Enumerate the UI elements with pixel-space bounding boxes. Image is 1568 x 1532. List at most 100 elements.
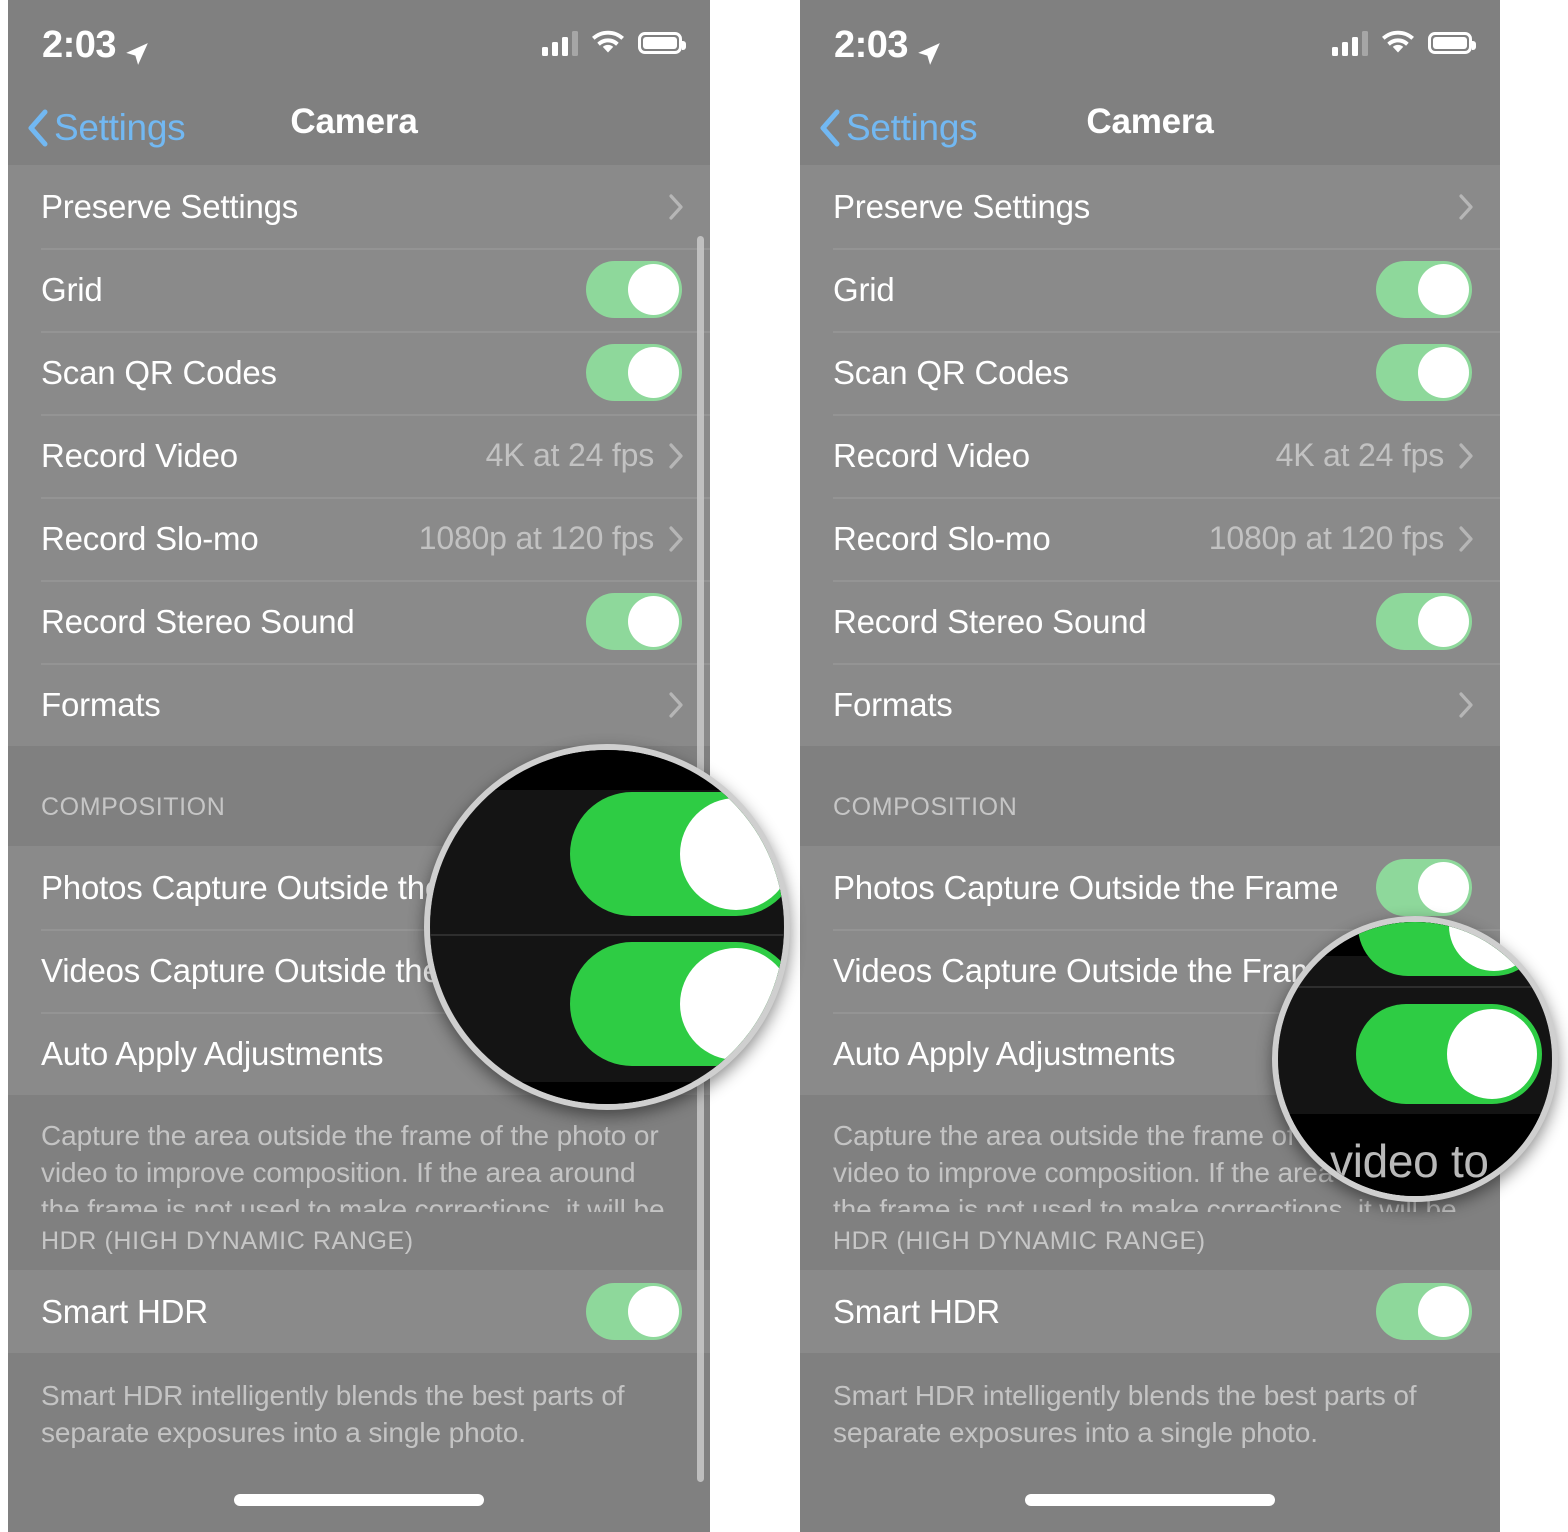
toggle-knob xyxy=(1418,596,1469,647)
battery-full-icon xyxy=(638,32,686,54)
location-arrow-icon xyxy=(916,34,942,65)
toggle-record-stereo-sound[interactable] xyxy=(586,593,682,650)
row-label: Formats xyxy=(833,685,953,723)
toggle-knob xyxy=(1449,922,1539,971)
row-accessory xyxy=(1376,344,1474,401)
row-record-video[interactable]: Record Video 4K at 24 fps xyxy=(8,414,710,497)
loupe-content xyxy=(430,750,784,1104)
cellular-signal-icon xyxy=(1332,30,1368,56)
status-bar: 2:03 xyxy=(8,0,710,92)
row-scan-qr-codes[interactable]: Scan QR Codes xyxy=(800,331,1500,414)
row-label: Scan QR Codes xyxy=(833,353,1069,391)
row-label: Photos Capture Outside the Frame xyxy=(833,868,1339,906)
magnified-toggle-videos-capture-outside-the-frame[interactable] xyxy=(1358,922,1544,976)
toggle-grid[interactable] xyxy=(1376,261,1472,318)
chevron-right-icon xyxy=(668,691,684,719)
row-accessory: 4K at 24 fps xyxy=(486,437,684,474)
row-record-stereo-sound[interactable]: Record Stereo Sound xyxy=(8,580,710,663)
toggle-knob xyxy=(1418,862,1469,913)
row-formats[interactable]: Formats xyxy=(8,663,710,746)
toggle-record-stereo-sound[interactable] xyxy=(1376,593,1472,650)
toggle-smart-hdr[interactable] xyxy=(586,1283,682,1340)
row-grid[interactable]: Grid xyxy=(8,248,710,331)
navigation-bar: Settings Camera xyxy=(8,92,710,165)
toggle-scan-qr-codes[interactable] xyxy=(1376,344,1472,401)
toggle-smart-hdr[interactable] xyxy=(1376,1283,1472,1340)
row-label: Preserve Settings xyxy=(41,187,299,225)
status-bar-indicators xyxy=(542,30,686,56)
status-bar-time: 2:03 xyxy=(42,24,117,66)
chevron-right-icon xyxy=(1458,691,1474,719)
magnified-toggle-photos-capture-outside-the-frame[interactable] xyxy=(570,792,784,916)
magnified-toggle-auto-apply-adjustments[interactable] xyxy=(1356,1004,1542,1104)
row-label: Record Stereo Sound xyxy=(41,602,355,640)
row-label: Smart HDR xyxy=(41,1292,208,1330)
row-record-stereo-sound[interactable]: Record Stereo Sound xyxy=(800,580,1500,663)
section-header-hdr: HDR (HIGH DYNAMIC RANGE) xyxy=(800,1212,1500,1268)
status-bar-time-group: 2:03 xyxy=(834,24,942,67)
toggle-knob xyxy=(1418,347,1469,398)
settings-list-primary: Preserve Settings Grid Scan QR Codes Rec… xyxy=(8,165,710,746)
row-label: Preserve Settings xyxy=(833,187,1091,225)
section-header-hdr: HDR (HIGH DYNAMIC RANGE) xyxy=(8,1212,710,1268)
row-accessory xyxy=(1458,193,1474,221)
toggle-grid[interactable] xyxy=(586,261,682,318)
row-label: Record Slo-mo xyxy=(833,519,1051,557)
row-smart-hdr[interactable]: Smart HDR xyxy=(8,1270,710,1353)
home-indicator[interactable] xyxy=(234,1494,484,1506)
settings-list-hdr: Smart HDR xyxy=(800,1270,1500,1353)
row-label: Record Video xyxy=(833,436,1030,474)
row-accessory xyxy=(1376,859,1474,916)
row-label: Videos Capture Outside the Frame xyxy=(833,951,1336,989)
row-smart-hdr[interactable]: Smart HDR xyxy=(800,1270,1500,1353)
wifi-icon xyxy=(1381,30,1415,56)
toggle-photos-capture-outside-the-frame[interactable] xyxy=(1376,859,1472,916)
row-label: Smart HDR xyxy=(833,1292,1000,1330)
row-accessory xyxy=(586,344,684,401)
footnote-hdr: Smart HDR intelligently blends the best … xyxy=(8,1356,710,1462)
row-scan-qr-codes[interactable]: Scan QR Codes xyxy=(8,331,710,414)
row-label: Record Slo-mo xyxy=(41,519,259,557)
row-preserve-settings[interactable]: Preserve Settings xyxy=(800,165,1500,248)
magnifier-loupe-right: video to xyxy=(1272,916,1558,1202)
navigation-bar: Settings Camera xyxy=(800,92,1500,165)
cellular-signal-icon xyxy=(542,30,578,56)
toggle-scan-qr-codes[interactable] xyxy=(586,344,682,401)
magnified-toggle-videos-capture-outside-the-frame[interactable] xyxy=(570,942,784,1066)
section-header-composition: COMPOSITION xyxy=(800,778,1500,834)
footnote-hdr: Smart HDR intelligently blends the best … xyxy=(800,1356,1500,1462)
phone-screenshot-right: 2:03 Settings Camera Preserve Settings G… xyxy=(800,0,1500,1532)
chevron-right-icon xyxy=(668,442,684,470)
toggle-knob xyxy=(1447,1009,1537,1099)
row-record-slo-mo[interactable]: Record Slo-mo 1080p at 120 fps xyxy=(800,497,1500,580)
row-accessory: 1080p at 120 fps xyxy=(419,520,684,557)
page-title: Camera xyxy=(1086,102,1214,141)
battery-full-icon xyxy=(1428,32,1476,54)
status-bar-indicators xyxy=(1332,30,1476,56)
row-record-slo-mo[interactable]: Record Slo-mo 1080p at 120 fps xyxy=(8,497,710,580)
status-bar: 2:03 xyxy=(800,0,1500,92)
row-value: 1080p at 120 fps xyxy=(1208,520,1444,556)
row-label: Record Stereo Sound xyxy=(833,602,1147,640)
magnifier-loupe-left xyxy=(424,744,790,1110)
toggle-knob xyxy=(1418,264,1469,315)
chevron-right-icon xyxy=(1458,442,1474,470)
row-formats[interactable]: Formats xyxy=(800,663,1500,746)
toggle-knob xyxy=(628,347,679,398)
row-label: Grid xyxy=(41,270,103,308)
row-record-video[interactable]: Record Video 4K at 24 fps xyxy=(800,414,1500,497)
toggle-knob xyxy=(680,948,784,1060)
row-accessory xyxy=(1376,261,1474,318)
row-accessory: 1080p at 120 fps xyxy=(1209,520,1474,557)
chevron-right-icon xyxy=(668,525,684,553)
screenshot-stage: 2:03 Settings Camera Preserve Settings G… xyxy=(0,0,1568,1532)
status-bar-time-group: 2:03 xyxy=(42,24,150,67)
row-grid[interactable]: Grid xyxy=(800,248,1500,331)
row-value: 4K at 24 fps xyxy=(485,437,655,473)
toggle-knob xyxy=(628,596,679,647)
row-accessory xyxy=(1458,691,1474,719)
row-accessory xyxy=(668,193,684,221)
wifi-icon xyxy=(591,30,625,56)
home-indicator[interactable] xyxy=(1025,1494,1275,1506)
row-preserve-settings[interactable]: Preserve Settings xyxy=(8,165,710,248)
